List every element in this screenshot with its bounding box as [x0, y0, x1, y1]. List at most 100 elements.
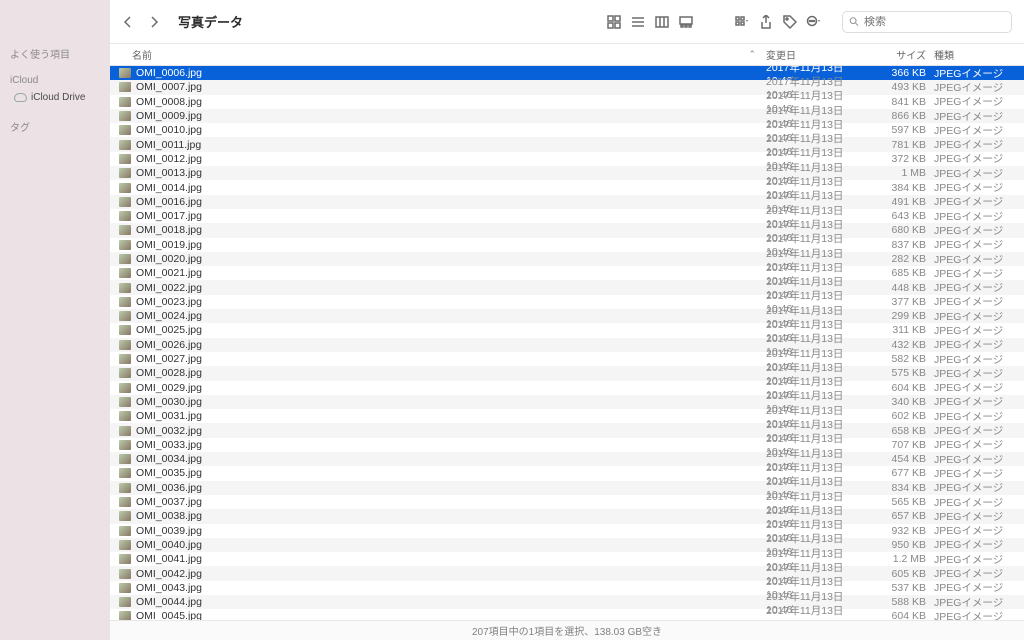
- file-name: OMI_0044.jpg: [136, 596, 766, 608]
- content-area: よく使う項目 iCloud iCloud Drive タグ 写真データ: [0, 0, 1024, 640]
- file-row[interactable]: OMI_0029.jpg2017年11月13日 10:46604 KBJPEGイ…: [110, 381, 1024, 395]
- file-thumb-icon: [119, 483, 131, 493]
- file-kind: JPEGイメージ: [934, 423, 1024, 438]
- file-row[interactable]: OMI_0032.jpg2017年11月13日 10:46658 KBJPEGイ…: [110, 423, 1024, 437]
- group-by-button[interactable]: [730, 11, 754, 33]
- file-row[interactable]: OMI_0021.jpg2017年11月13日 10:46685 KBJPEGイ…: [110, 266, 1024, 280]
- back-button[interactable]: [116, 11, 140, 33]
- view-gallery-icon[interactable]: [674, 11, 698, 33]
- file-kind: JPEGイメージ: [934, 280, 1024, 295]
- view-list-icon[interactable]: [626, 11, 650, 33]
- file-size: 834 KB: [872, 482, 934, 494]
- file-row[interactable]: OMI_0037.jpg2017年11月13日 10:46565 KBJPEGイ…: [110, 495, 1024, 509]
- file-name: OMI_0012.jpg: [136, 153, 766, 165]
- finder-window: よく使う項目 iCloud iCloud Drive タグ 写真データ: [0, 0, 1024, 640]
- file-row[interactable]: OMI_0028.jpg2017年11月13日 10:46575 KBJPEGイ…: [110, 366, 1024, 380]
- file-thumb-icon: [119, 168, 131, 178]
- file-row[interactable]: OMI_0034.jpg2017年11月13日 10:46454 KBJPEGイ…: [110, 452, 1024, 466]
- more-button[interactable]: [802, 11, 826, 33]
- file-name: OMI_0036.jpg: [136, 482, 766, 494]
- file-size: 299 KB: [872, 310, 934, 322]
- file-thumb-icon: [119, 468, 131, 478]
- file-row[interactable]: OMI_0018.jpg2017年11月13日 10:46680 KBJPEGイ…: [110, 223, 1024, 237]
- file-name: OMI_0034.jpg: [136, 453, 766, 465]
- file-row[interactable]: OMI_0038.jpg2017年11月13日 10:46657 KBJPEGイ…: [110, 509, 1024, 523]
- file-thumb-icon: [119, 526, 131, 536]
- file-thumb-icon: [119, 97, 131, 107]
- file-thumb-icon: [119, 554, 131, 564]
- file-name: OMI_0022.jpg: [136, 282, 766, 294]
- file-row[interactable]: OMI_0030.jpg2017年11月13日 10:46340 KBJPEGイ…: [110, 395, 1024, 409]
- header-name[interactable]: 名前 ⌃: [132, 47, 766, 62]
- file-thumb-icon: [119, 68, 131, 78]
- file-list[interactable]: OMI_0006.jpg2017年11月13日 10:46366 KBJPEGイ…: [110, 66, 1024, 620]
- file-row[interactable]: OMI_0042.jpg2017年11月13日 10:46605 KBJPEGイ…: [110, 566, 1024, 580]
- file-row[interactable]: OMI_0016.jpg2017年11月13日 10:46491 KBJPEGイ…: [110, 195, 1024, 209]
- file-row[interactable]: OMI_0040.jpg2017年11月13日 10:46950 KBJPEGイ…: [110, 538, 1024, 552]
- file-row[interactable]: OMI_0044.jpg2017年11月13日 10:46588 KBJPEGイ…: [110, 595, 1024, 609]
- file-row[interactable]: OMI_0024.jpg2017年11月13日 10:46299 KBJPEGイ…: [110, 309, 1024, 323]
- share-button[interactable]: [754, 11, 778, 33]
- file-row[interactable]: OMI_0006.jpg2017年11月13日 10:46366 KBJPEGイ…: [110, 66, 1024, 80]
- file-kind: JPEGイメージ: [934, 80, 1024, 95]
- search-input[interactable]: [864, 16, 1005, 28]
- file-kind: JPEGイメージ: [934, 480, 1024, 495]
- header-kind[interactable]: 種類: [934, 47, 1024, 62]
- file-size: 781 KB: [872, 139, 934, 151]
- file-row[interactable]: OMI_0045.jpg2017年11月13日 10:46604 KBJPEGイ…: [110, 609, 1024, 620]
- main-pane: 写真データ: [110, 0, 1024, 640]
- file-row[interactable]: OMI_0008.jpg2017年11月13日 10:46841 KBJPEGイ…: [110, 95, 1024, 109]
- file-row[interactable]: OMI_0011.jpg2017年11月13日 10:46781 KBJPEGイ…: [110, 137, 1024, 151]
- file-row[interactable]: OMI_0026.jpg2017年11月13日 10:46432 KBJPEGイ…: [110, 338, 1024, 352]
- file-row[interactable]: OMI_0035.jpg2017年11月13日 10:46677 KBJPEGイ…: [110, 466, 1024, 480]
- file-row[interactable]: OMI_0007.jpg2017年11月13日 10:46493 KBJPEGイ…: [110, 80, 1024, 94]
- file-thumb-icon: [119, 325, 131, 335]
- file-row[interactable]: OMI_0022.jpg2017年11月13日 10:46448 KBJPEGイ…: [110, 280, 1024, 294]
- file-row[interactable]: OMI_0010.jpg2017年11月13日 10:46597 KBJPEGイ…: [110, 123, 1024, 137]
- file-kind: JPEGイメージ: [934, 266, 1024, 281]
- file-size: 575 KB: [872, 367, 934, 379]
- header-date[interactable]: 変更日: [766, 47, 872, 62]
- file-row[interactable]: OMI_0033.jpg2017年11月13日 10:46707 KBJPEGイ…: [110, 438, 1024, 452]
- file-row[interactable]: OMI_0017.jpg2017年11月13日 10:46643 KBJPEGイ…: [110, 209, 1024, 223]
- file-row[interactable]: OMI_0031.jpg2017年11月13日 10:46602 KBJPEGイ…: [110, 409, 1024, 423]
- file-thumb-icon: [119, 569, 131, 579]
- sidebar-item-icloud-drive[interactable]: iCloud Drive: [10, 90, 102, 105]
- file-row[interactable]: OMI_0043.jpg2017年11月13日 10:46537 KBJPEGイ…: [110, 581, 1024, 595]
- forward-button[interactable]: [142, 11, 166, 33]
- file-row[interactable]: OMI_0025.jpg2017年11月13日 10:46311 KBJPEGイ…: [110, 323, 1024, 337]
- file-kind: JPEGイメージ: [934, 580, 1024, 595]
- file-row[interactable]: OMI_0009.jpg2017年11月13日 10:46866 KBJPEGイ…: [110, 109, 1024, 123]
- file-size: 680 KB: [872, 224, 934, 236]
- file-thumb-icon: [119, 225, 131, 235]
- status-bar: 207項目中の1項目を選択、138.03 GB空き: [110, 620, 1024, 640]
- file-row[interactable]: OMI_0014.jpg2017年11月13日 10:46384 KBJPEGイ…: [110, 180, 1024, 194]
- file-row[interactable]: OMI_0039.jpg2017年11月13日 10:46932 KBJPEGイ…: [110, 524, 1024, 538]
- file-thumb-icon: [119, 597, 131, 607]
- file-name: OMI_0038.jpg: [136, 510, 766, 522]
- search-field[interactable]: [842, 11, 1012, 33]
- file-thumb-icon: [119, 340, 131, 350]
- file-row[interactable]: OMI_0012.jpg2017年11月13日 10:46372 KBJPEGイ…: [110, 152, 1024, 166]
- file-kind: JPEGイメージ: [934, 66, 1024, 81]
- header-size[interactable]: サイズ: [872, 47, 934, 62]
- file-thumb-icon: [119, 125, 131, 135]
- file-name: OMI_0037.jpg: [136, 496, 766, 508]
- file-row[interactable]: OMI_0036.jpg2017年11月13日 10:46834 KBJPEGイ…: [110, 481, 1024, 495]
- file-row[interactable]: OMI_0019.jpg2017年11月13日 10:46837 KBJPEGイ…: [110, 238, 1024, 252]
- file-row[interactable]: OMI_0020.jpg2017年11月13日 10:46282 KBJPEGイ…: [110, 252, 1024, 266]
- view-mode-group: [602, 11, 698, 33]
- file-row[interactable]: OMI_0041.jpg2017年11月13日 10:461.2 MBJPEGイ…: [110, 552, 1024, 566]
- sidebar-group-favorites: よく使う項目: [10, 46, 102, 61]
- file-row[interactable]: OMI_0027.jpg2017年11月13日 10:46582 KBJPEGイ…: [110, 352, 1024, 366]
- view-icon-grid-icon[interactable]: [602, 11, 626, 33]
- file-name: OMI_0006.jpg: [136, 67, 766, 79]
- file-size: 377 KB: [872, 296, 934, 308]
- tags-button[interactable]: [778, 11, 802, 33]
- file-name: OMI_0045.jpg: [136, 610, 766, 620]
- file-row[interactable]: OMI_0013.jpg2017年11月13日 10:461 MBJPEGイメー…: [110, 166, 1024, 180]
- file-size: 372 KB: [872, 153, 934, 165]
- file-row[interactable]: OMI_0023.jpg2017年11月13日 10:46377 KBJPEGイ…: [110, 295, 1024, 309]
- file-size: 493 KB: [872, 81, 934, 93]
- view-columns-icon[interactable]: [650, 11, 674, 33]
